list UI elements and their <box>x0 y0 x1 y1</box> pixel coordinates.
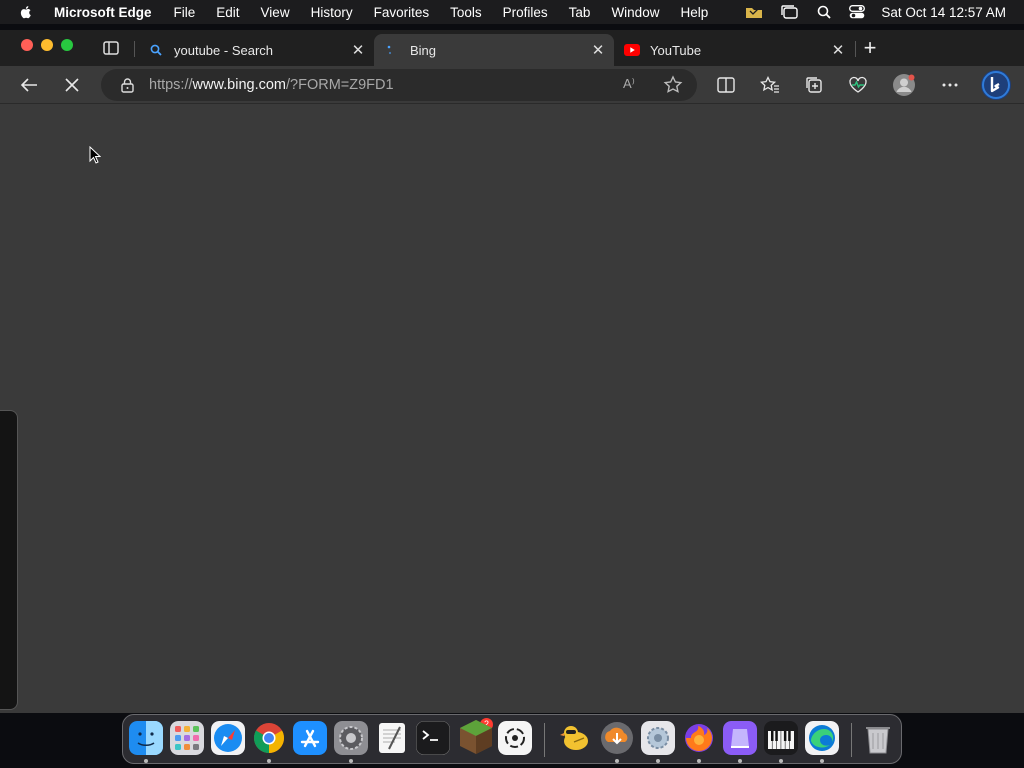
dock-divider <box>544 723 545 757</box>
address-bar[interactable]: https://www.bing.com/?FORM=Z9FD1 A⁾ <box>101 69 697 101</box>
page-content-area[interactable] <box>0 104 1024 713</box>
system-settings-icon[interactable] <box>334 721 368 755</box>
downloader-icon[interactable] <box>600 721 634 755</box>
running-indicator <box>738 759 742 763</box>
browser-toolbar: https://www.bing.com/?FORM=Z9FD1 A⁾ <box>0 66 1024 104</box>
dock-divider <box>851 723 852 757</box>
menu-favorites[interactable]: Favorites <box>374 5 430 20</box>
collections-button[interactable] <box>802 73 826 97</box>
launchpad-icon[interactable] <box>170 721 204 755</box>
tab-actions-icon[interactable] <box>102 39 120 57</box>
tab-title: youtube - Search <box>174 42 274 58</box>
trash-icon[interactable] <box>861 721 895 755</box>
running-indicator <box>615 759 619 763</box>
menu-tools[interactable]: Tools <box>450 5 482 20</box>
app-icon[interactable] <box>723 721 757 755</box>
tab-strip: youtube - Search ✕ Bing ✕ YouTube ✕ + <box>0 30 1024 66</box>
mouse-cursor-icon <box>89 146 101 164</box>
menu-bar-clock[interactable]: Sat Oct 14 12:57 AM <box>881 5 1006 20</box>
menu-edit[interactable]: Edit <box>216 5 239 20</box>
menu-view[interactable]: View <box>261 5 290 20</box>
running-indicator <box>656 759 660 763</box>
search-icon <box>148 42 164 58</box>
piano-icon[interactable] <box>764 721 798 755</box>
profile-avatar[interactable] <box>892 73 916 97</box>
chatgpt-icon[interactable] <box>498 721 532 755</box>
chrome-icon[interactable] <box>252 721 286 755</box>
tab-separator <box>855 41 856 57</box>
tab-bing[interactable]: Bing ✕ <box>374 34 614 66</box>
youtube-icon <box>624 42 640 58</box>
app-store-icon[interactable] <box>293 721 327 755</box>
running-indicator <box>779 759 783 763</box>
tab-title: Bing <box>410 42 437 58</box>
tab-youtube[interactable]: YouTube ✕ <box>614 34 854 66</box>
browser-window: youtube - Search ✕ Bing ✕ YouTube ✕ + ht… <box>0 30 1024 713</box>
browser-essentials-button[interactable] <box>846 73 870 97</box>
spotlight-search-icon[interactable] <box>817 5 832 19</box>
loading-spinner-icon <box>384 42 400 58</box>
window-maximize-button[interactable] <box>61 39 73 51</box>
menu-bar: Microsoft Edge File Edit View History Fa… <box>0 0 1024 24</box>
menu-help[interactable]: Help <box>680 5 708 20</box>
lock-icon[interactable] <box>119 77 135 93</box>
new-tab-button[interactable]: + <box>860 37 880 59</box>
more-options-button[interactable] <box>938 73 962 97</box>
window-minimize-button[interactable] <box>41 39 53 51</box>
menu-tab[interactable]: Tab <box>569 5 591 20</box>
stop-loading-button[interactable] <box>60 73 84 97</box>
add-favorite-star-icon[interactable] <box>663 75 683 95</box>
apple-icon[interactable] <box>18 4 34 20</box>
running-indicator <box>820 759 824 763</box>
menu-app-name[interactable]: Microsoft Edge <box>54 5 152 20</box>
tab-close-button[interactable]: ✕ <box>588 40 608 60</box>
running-indicator <box>697 759 701 763</box>
terminal-icon[interactable] <box>416 721 450 755</box>
window-close-button[interactable] <box>21 39 33 51</box>
minecraft-icon[interactable] <box>457 718 495 756</box>
running-indicator <box>144 759 148 763</box>
favorites-button[interactable] <box>758 73 782 97</box>
url-text[interactable]: https://www.bing.com/?FORM=Z9FD1 <box>149 77 394 93</box>
menu-history[interactable]: History <box>311 5 353 20</box>
back-button[interactable] <box>17 73 41 97</box>
tab-close-button[interactable]: ✕ <box>348 40 368 60</box>
tab-separator <box>134 41 135 57</box>
settings-icon[interactable] <box>641 721 675 755</box>
edge-icon[interactable] <box>805 721 839 755</box>
menu-file[interactable]: File <box>174 5 196 20</box>
url-scheme: https:// <box>149 77 193 93</box>
url-path: /?FORM=Z9FD1 <box>286 77 394 93</box>
firefox-icon[interactable] <box>682 721 716 755</box>
tab-close-button[interactable]: ✕ <box>828 40 848 60</box>
running-indicator <box>267 759 271 763</box>
tab-title: YouTube <box>650 42 702 58</box>
tab-youtube-search[interactable]: youtube - Search ✕ <box>138 34 374 66</box>
url-host: www.bing.com <box>192 77 287 93</box>
safari-icon[interactable] <box>211 721 245 755</box>
menu-profiles[interactable]: Profiles <box>503 5 548 20</box>
cyberduck-icon[interactable] <box>559 721 593 755</box>
menu-bar-extras: Sat Oct 14 12:57 AM <box>727 0 1024 24</box>
folder-status-icon[interactable] <box>745 5 763 19</box>
finder-icon[interactable] <box>129 721 163 755</box>
menu-window[interactable]: Window <box>611 5 659 20</box>
split-screen-button[interactable] <box>714 73 738 97</box>
control-center-icon[interactable] <box>849 5 866 19</box>
textedit-icon[interactable] <box>375 721 409 755</box>
running-indicator <box>349 759 353 763</box>
read-aloud-button[interactable]: A⁾ <box>623 76 643 94</box>
dock: 2 <box>122 714 902 764</box>
bing-copilot-button[interactable] <box>980 69 1012 101</box>
window-switch-icon[interactable] <box>781 5 799 19</box>
desktop: Microsoft Edge File Edit View History Fa… <box>0 0 1024 768</box>
sidebar-panel-edge[interactable] <box>0 410 18 710</box>
